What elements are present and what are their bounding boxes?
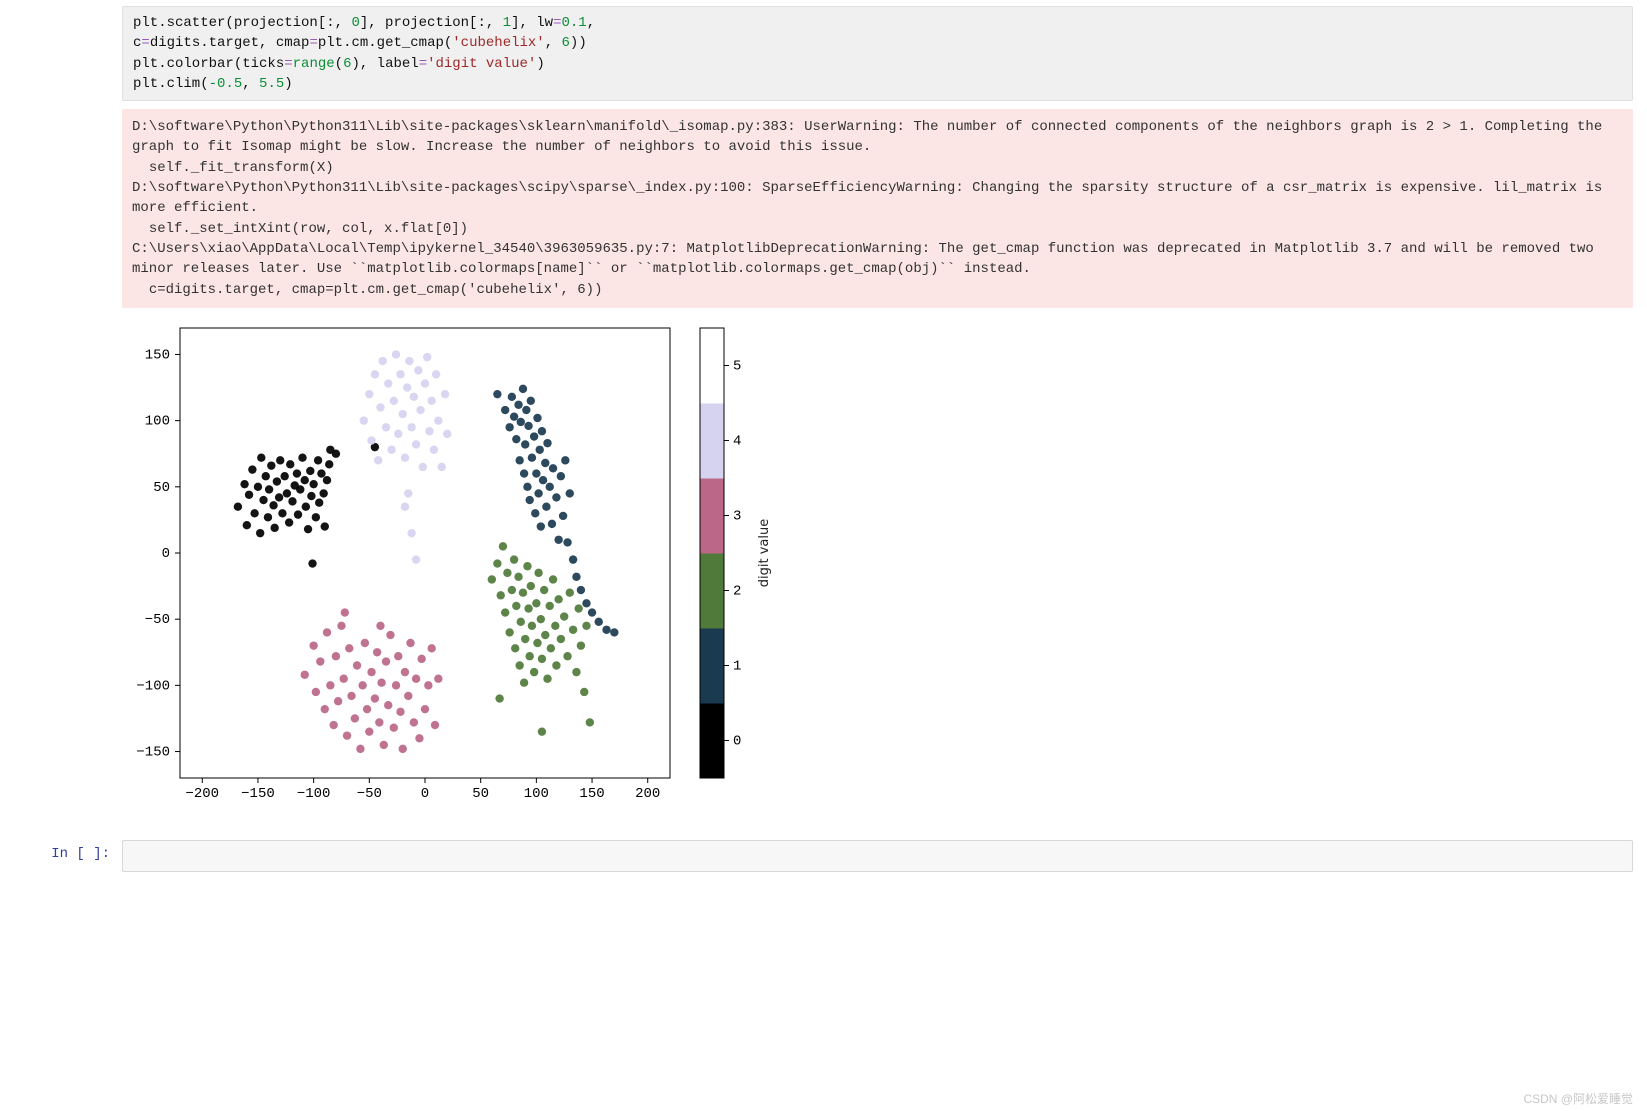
svg-text:1: 1 — [733, 658, 741, 674]
svg-text:−100: −100 — [136, 678, 170, 694]
code-input-empty[interactable] — [122, 840, 1633, 872]
svg-text:5: 5 — [733, 358, 741, 374]
code-input[interactable]: plt.scatter(projection[:, 0], projection… — [122, 6, 1633, 101]
svg-text:−150: −150 — [136, 744, 170, 760]
svg-text:50: 50 — [153, 480, 170, 496]
watermark: CSDN @阿松爱睡觉 — [1523, 1090, 1633, 1107]
svg-text:200: 200 — [635, 786, 660, 802]
empty-cell: In [ ]: — [0, 840, 1647, 872]
svg-text:0: 0 — [421, 786, 429, 802]
stderr-output: D:\software\Python\Python311\Lib\site-pa… — [122, 109, 1633, 308]
code-cell: plt.scatter(projection[:, 0], projection… — [0, 6, 1647, 101]
svg-text:100: 100 — [145, 414, 170, 430]
svg-text:−200: −200 — [185, 786, 219, 802]
output-cell: D:\software\Python\Python311\Lib\site-pa… — [0, 109, 1647, 308]
svg-text:digit value: digit value — [757, 519, 772, 587]
svg-text:0: 0 — [733, 733, 741, 749]
svg-text:100: 100 — [524, 786, 549, 802]
svg-text:2: 2 — [733, 583, 741, 599]
svg-text:50: 50 — [472, 786, 489, 802]
code-token: plt.scatter(projection[:, — [133, 15, 351, 31]
svg-text:−50: −50 — [357, 786, 382, 802]
svg-text:150: 150 — [579, 786, 604, 802]
svg-text:−100: −100 — [297, 786, 331, 802]
matplotlib-figure: −200−150−100−50050100150200−150−100−5005… — [110, 318, 790, 818]
svg-text:−50: −50 — [145, 612, 170, 628]
svg-text:4: 4 — [733, 433, 741, 449]
svg-text:3: 3 — [733, 508, 741, 524]
svg-text:0: 0 — [162, 546, 170, 562]
input-prompt-empty: In [ ]: — [0, 840, 122, 862]
svg-text:150: 150 — [145, 347, 170, 363]
scatter-plot: −200−150−100−50050100150200−150−100−5005… — [110, 318, 790, 818]
svg-text:−150: −150 — [241, 786, 275, 802]
input-prompt — [0, 6, 122, 12]
